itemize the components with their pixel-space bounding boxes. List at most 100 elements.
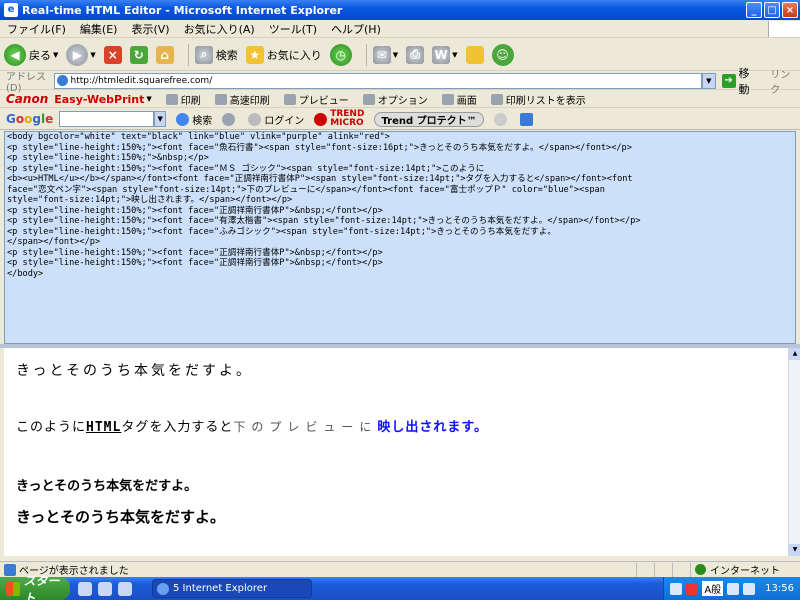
refresh-button[interactable]: ↻ — [129, 45, 148, 64]
start-button[interactable]: スタート — [0, 574, 70, 600]
forward-button[interactable]: ▶ ▼ — [66, 43, 96, 66]
history-button[interactable]: ◷ — [329, 43, 352, 66]
code-line: <p style="line-height:150%;"><font face=… — [7, 205, 383, 216]
code-line: </span></font></p> — [7, 237, 101, 247]
google-search-button[interactable]: 検索 — [176, 112, 212, 127]
status-cell — [636, 562, 654, 577]
address-label: アドレス(D) — [6, 71, 46, 94]
canon-preview-button[interactable]: プレビュー — [283, 92, 349, 107]
canon-print-list-button[interactable]: 印刷リストを表示 — [490, 92, 586, 107]
chevron-down-icon: ▼ — [146, 95, 152, 103]
chevron-down-icon: ▼ — [452, 50, 458, 59]
tray-keyboard-icon[interactable] — [670, 582, 683, 595]
tray-security-icon[interactable] — [686, 582, 699, 595]
address-input[interactable]: http://htmledit.squarefree.com/ — [53, 72, 702, 89]
windows-flag-icon — [6, 581, 20, 596]
status-cell — [654, 562, 672, 577]
gauge-button[interactable] — [493, 112, 510, 126]
toolbar-separator — [365, 43, 367, 66]
minimize-button[interactable]: _ — [746, 2, 762, 18]
google-search-input[interactable] — [59, 111, 155, 127]
chevron-down-icon: ▼ — [53, 50, 59, 59]
canon-options-button[interactable]: オプション — [362, 92, 428, 107]
stop-button[interactable]: × — [103, 45, 122, 64]
canon-fast-print-button[interactable]: 高速印刷 — [214, 92, 270, 107]
code-line: <body bgcolor="white" text="black" link=… — [7, 132, 390, 142]
tray-volume-icon[interactable] — [743, 582, 756, 595]
canon-toolbar: Canon Easy-WebPrint ▼ 印刷 高速印刷 プレビュー オプショ… — [0, 91, 800, 108]
scroll-up-button[interactable]: ▲ — [789, 348, 800, 360]
page-done-icon — [4, 563, 16, 576]
maximize-button[interactable]: □ — [764, 2, 780, 18]
messenger-button[interactable]: ☺ — [491, 43, 514, 66]
trend-protect-button[interactable]: Trend プロテクト™ — [374, 111, 484, 127]
toolbar-separator — [187, 43, 189, 66]
preview-icon — [283, 93, 296, 105]
code-line: <p style="line-height:150%;"><font face=… — [7, 258, 383, 268]
code-line: style="font-size:14pt;">映し出されます。</span><… — [7, 195, 293, 205]
menu-tools[interactable]: ツール(T) — [262, 21, 324, 37]
trend-micro-icon — [314, 112, 328, 126]
print-button[interactable]: ⎙ — [406, 45, 425, 64]
forward-arrow-icon: ▶ — [66, 43, 89, 66]
preview-line-1: きっとそのうち本気をだすよ。 — [16, 363, 254, 379]
home-button[interactable]: ⌂ — [155, 45, 174, 64]
printer-icon — [214, 93, 227, 105]
mail-icon: ✉ — [372, 45, 391, 64]
search-button[interactable]: ⌕ 検索 — [194, 45, 238, 64]
note-icon — [465, 45, 484, 64]
list-icon — [490, 93, 503, 105]
preview-scrollbar[interactable]: ▲ ▼ — [788, 348, 800, 556]
canon-print-button[interactable]: 印刷 — [165, 92, 201, 107]
tray-network-icon[interactable] — [727, 582, 740, 595]
close-button[interactable]: × — [782, 2, 798, 18]
google-search-dropdown[interactable]: ▼ — [154, 111, 167, 127]
chevron-down-icon: ▼ — [392, 50, 399, 59]
menu-favorites[interactable]: お気に入り(A) — [177, 21, 262, 37]
display-icon — [519, 112, 533, 126]
preview-line-3: きっとそのうち本気をだすよ。 — [16, 479, 198, 494]
menu-help[interactable]: ヘルプ(H) — [324, 21, 388, 37]
settings-button[interactable] — [222, 112, 238, 126]
scroll-down-button[interactable]: ▼ — [789, 544, 800, 556]
menu-file[interactable]: ファイル(F) — [0, 21, 73, 37]
google-toolbar: Google ▼ 検索 ログイン TREND MICRO Trend プロテクト™ — [0, 109, 800, 130]
preview-line-4: きっとそのうち本気をだすよ。 — [16, 508, 225, 526]
printer-icon — [165, 93, 178, 105]
canon-logo: Canon — [6, 92, 49, 106]
canon-screen-button[interactable]: 画面 — [441, 92, 477, 107]
back-button[interactable]: ◀ 戻る ▼ — [4, 43, 59, 66]
favorites-button[interactable]: ★ お気に入り — [245, 45, 322, 64]
menu-bar: ファイル(F) 編集(E) 表示(V) お気に入り(A) ツール(T) ヘルプ(… — [0, 20, 800, 38]
menu-edit[interactable]: 編集(E) — [73, 21, 125, 37]
ie-quicklaunch-icon[interactable] — [78, 581, 92, 596]
taskbar: スタート 5 Internet Explorer A般 13:56 — [0, 574, 800, 600]
edit-button[interactable]: W ▼ — [432, 45, 458, 64]
search-icon: ⌕ — [194, 45, 213, 64]
google-search-icon — [176, 112, 190, 126]
display-button[interactable] — [519, 112, 536, 126]
trend-micro-menu[interactable]: TREND MICRO — [314, 110, 364, 128]
code-line: <p style="line-height:150%;"><font face=… — [7, 216, 641, 226]
stop-icon: × — [103, 45, 122, 64]
ie-icon: e — [4, 3, 18, 17]
ie-icon — [157, 582, 169, 595]
show-desktop-icon[interactable] — [118, 581, 132, 596]
easy-webprint-menu[interactable]: Easy-WebPrint — [54, 93, 144, 106]
address-dropdown-button[interactable]: ▼ — [701, 72, 716, 89]
ime-indicator[interactable]: A般 — [702, 581, 724, 596]
globe-icon — [695, 564, 706, 575]
menu-view[interactable]: 表示(V) — [124, 21, 176, 37]
gauge-icon — [493, 112, 507, 126]
taskbar-button-ie[interactable]: 5 Internet Explorer — [152, 579, 312, 598]
code-line: <p style="line-height:150%;"><font face=… — [7, 163, 485, 174]
html-editor-textarea[interactable]: <body bgcolor="white" text="black" link=… — [4, 131, 796, 344]
notes-button[interactable] — [465, 45, 484, 64]
login-button[interactable]: ログイン — [248, 112, 304, 127]
login-icon — [248, 112, 262, 126]
mail-button[interactable]: ✉ ▼ — [372, 45, 399, 64]
media-player-icon[interactable] — [98, 581, 112, 596]
word-icon: W — [432, 45, 451, 64]
system-tray: A般 13:56 — [663, 577, 800, 600]
messenger-icon: ☺ — [491, 43, 514, 66]
